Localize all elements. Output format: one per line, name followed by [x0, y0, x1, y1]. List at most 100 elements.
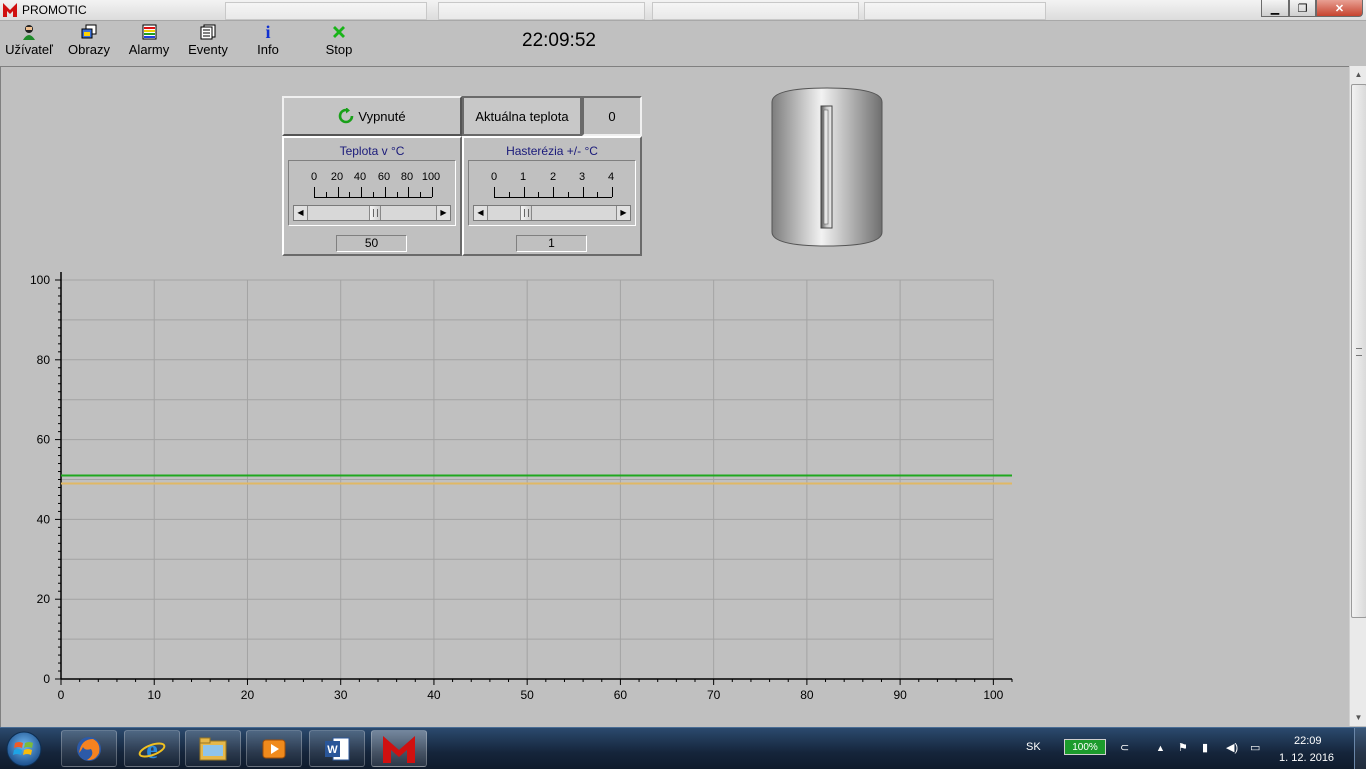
alarms-icon — [142, 24, 157, 40]
slider-right-arrow-icon[interactable]: ▶ — [436, 206, 450, 220]
taskbar-internet-explorer[interactable]: e — [124, 730, 180, 767]
temperature-tick-label: 100 — [421, 171, 441, 183]
temperature-tick-label: 40 — [353, 171, 367, 183]
taskbar-firefox[interactable] — [61, 730, 117, 767]
hysteresis-slider-thumb[interactable] — [519, 206, 532, 220]
toolbar-user-label: Užívateľ — [5, 42, 53, 57]
y-tick-label: 60 — [37, 433, 51, 447]
maximize-button[interactable]: ❐ — [1289, 0, 1316, 17]
internet-explorer-icon: e — [138, 735, 166, 763]
x-tick-label: 30 — [334, 688, 348, 702]
y-tick-label: 0 — [43, 672, 50, 686]
toolbar-alarms-button[interactable]: Alarmy — [121, 23, 177, 63]
x-tick-label: 60 — [614, 688, 628, 702]
scale-tick — [420, 192, 422, 197]
background-tab — [438, 2, 645, 20]
scale-tick — [508, 192, 510, 197]
y-tick-label: 20 — [37, 592, 51, 606]
word-icon: W — [325, 737, 350, 760]
taskbar-file-explorer[interactable] — [185, 730, 241, 767]
x-tick-label: 100 — [983, 688, 1003, 702]
scale-tick — [523, 187, 525, 197]
slider-left-arrow-icon[interactable]: ◀ — [294, 206, 308, 220]
y-tick-label: 80 — [37, 353, 51, 367]
vertical-scrollbar[interactable]: ▲ ▼ — [1349, 66, 1366, 726]
hysteresis-tick-label: 1 — [519, 171, 527, 183]
screens-icon — [81, 24, 97, 39]
actual-temperature-label: Aktuálna teplota — [462, 96, 582, 136]
device-icon[interactable]: ▮ — [1202, 741, 1208, 754]
toolbar-screens-button[interactable]: Obrazy — [61, 23, 117, 63]
scale-tick — [314, 187, 315, 197]
x-tick-label: 0 — [58, 688, 65, 702]
volume-icon[interactable]: ◀) — [1226, 741, 1238, 754]
maximize-icon: ❐ — [1297, 2, 1308, 15]
temperature-tick-label: 0 — [310, 171, 318, 183]
x-tick-label: 50 — [520, 688, 534, 702]
taskbar: e W SK 100% ⊂ ▲ ⚑ ▮ ◀) ▭ 22:09 1. 12. 20… — [0, 727, 1366, 769]
minimize-button[interactable]: ▁ — [1261, 0, 1289, 17]
background-tab — [864, 2, 1046, 20]
firefox-icon — [77, 736, 101, 761]
taskbar-clock-time[interactable]: 22:09 — [1294, 735, 1322, 747]
scroll-down-icon[interactable]: ▼ — [1350, 709, 1366, 726]
hysteresis-group: Hasterézia +/- °C 0 1 2 3 4 ◀ ▶ 1 — [462, 136, 642, 256]
show-hidden-icons-icon[interactable]: ▲ — [1156, 743, 1165, 753]
scale-tick — [396, 192, 398, 197]
close-icon: ✕ — [1334, 2, 1345, 15]
scale-tick — [408, 187, 410, 197]
close-button[interactable]: ✕ — [1316, 0, 1363, 17]
network-icon[interactable]: ▭ — [1250, 741, 1260, 754]
scale-tick — [567, 192, 569, 197]
background-tab — [652, 2, 859, 20]
x-tick-label: 20 — [241, 688, 255, 702]
action-center-flag-icon[interactable]: ⚑ — [1178, 741, 1188, 754]
events-icon — [200, 24, 216, 40]
slider-left-arrow-icon[interactable]: ◀ — [474, 206, 488, 220]
scale-tick — [325, 192, 327, 197]
toolbar-stop-button[interactable]: Stop — [311, 23, 367, 63]
hysteresis-title: Hasterézia +/- °C — [506, 144, 598, 158]
temperature-tick-label: 60 — [377, 171, 391, 183]
heating-state-button[interactable]: Vypnuté — [282, 96, 462, 136]
hysteresis-slider[interactable]: ◀ ▶ — [473, 205, 631, 221]
temperature-tick-label: 80 — [400, 171, 414, 183]
boiler-tank-icon — [771, 87, 883, 247]
taskbar-clock-date[interactable]: 1. 12. 2016 — [1279, 752, 1334, 764]
toolbar-alarms-label: Alarmy — [128, 42, 170, 57]
x-tick-label: 80 — [800, 688, 814, 702]
toolbar-info-label: Info — [257, 42, 279, 57]
scale-tick — [337, 187, 339, 197]
scale-tick — [361, 187, 363, 197]
toolbar-stop-label: Stop — [325, 42, 353, 57]
slider-right-arrow-icon[interactable]: ▶ — [616, 206, 630, 220]
hysteresis-value: 1 — [516, 235, 587, 252]
toolbar-info-button[interactable]: i Info — [240, 21, 296, 63]
scroll-up-icon[interactable]: ▲ — [1350, 66, 1366, 83]
toolbar-user-button[interactable]: Užívateľ — [1, 23, 57, 63]
temperature-slider[interactable]: ◀ ▶ — [293, 205, 451, 221]
taskbar-media-player[interactable] — [246, 730, 302, 767]
x-tick-label: 70 — [707, 688, 721, 702]
taskbar-promotic[interactable] — [371, 730, 427, 767]
scrollbar-thumb[interactable] — [1351, 84, 1366, 618]
info-icon: i — [265, 21, 271, 42]
show-desktop-button[interactable] — [1354, 728, 1366, 769]
taskbar-word[interactable]: W — [309, 730, 365, 767]
battery-indicator[interactable]: 100% — [1064, 739, 1106, 755]
temperature-title: Teplota v °C — [339, 144, 405, 158]
toolbar-events-button[interactable]: Eventy — [180, 23, 236, 63]
scale-tick — [384, 187, 386, 197]
windows-start-icon[interactable] — [4, 730, 44, 768]
promotic-icon — [383, 735, 415, 763]
x-tick-label: 10 — [148, 688, 162, 702]
file-explorer-icon — [199, 737, 227, 760]
input-language[interactable]: SK — [1026, 741, 1041, 753]
temperature-scale-baseline — [314, 197, 432, 198]
temperature-value: 50 — [336, 235, 407, 252]
actual-temperature-value: 0 — [582, 96, 642, 136]
temperature-slider-thumb[interactable] — [369, 206, 381, 220]
power-plug-icon[interactable]: ⊂ — [1120, 741, 1129, 754]
temperature-chart: 0 20 40 60 80 100 0 10 20 30 40 50 60 70 80 90 100 — [30, 272, 1013, 702]
toolbar: Užívateľ Obrazy Alarmy Eventy i Info Sto… — [0, 21, 1366, 65]
